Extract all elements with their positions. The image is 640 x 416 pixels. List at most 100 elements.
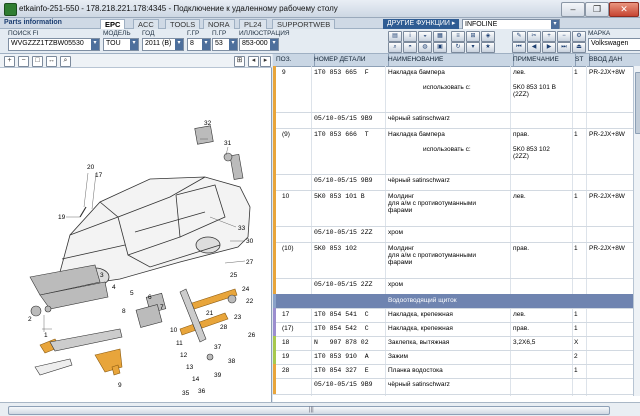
table-row[interactable]: (10) 5K0 853 102 Молдинг для а/м с противо… [273, 242, 633, 279]
callout[interactable]: 37 [214, 344, 222, 351]
callout[interactable]: 3 [100, 272, 104, 279]
minimize-button[interactable]: – [561, 2, 585, 17]
wheel-icon[interactable]: ◍ [418, 42, 432, 53]
info-icon[interactable]: i [403, 31, 417, 42]
refresh-icon[interactable]: ↻ [451, 42, 465, 53]
callout[interactable]: 1 [44, 332, 48, 339]
prev-page-icon[interactable]: ◀ [527, 42, 541, 53]
callout[interactable]: 33 [238, 225, 246, 232]
settings-icon[interactable]: ⚙ [572, 31, 586, 42]
callout[interactable]: 24 [242, 286, 250, 293]
table-row[interactable]: (17) 1T0 854 542 C Накладка, крепежная прав… [273, 322, 633, 337]
pin-icon[interactable]: ✎ [512, 31, 526, 42]
grid-icon[interactable]: ⊞ [466, 31, 480, 42]
last-page-icon[interactable]: ⏭ [557, 42, 571, 53]
bookmark-icon[interactable]: ▾ [466, 42, 480, 53]
callout[interactable]: 20 [87, 164, 95, 171]
callout[interactable]: 32 [204, 120, 212, 127]
expand-left-icon[interactable]: ◂ [248, 56, 259, 67]
table-row[interactable]: 05/10-05/15 2ZZ хром [273, 278, 633, 295]
vin-field[interactable]: WVGZZZ1TZBW05530 ▾ [8, 38, 100, 51]
table-row[interactable]: 05/10-05/15 2ZZ хром [273, 226, 633, 243]
cart-icon[interactable]: ◈ [481, 31, 495, 42]
column-header-note[interactable]: ПРИМЕЧАНИЕ [510, 54, 576, 66]
zoom-in-icon[interactable]: + [4, 56, 15, 67]
exit-icon[interactable]: ⏏ [572, 42, 586, 53]
document-icon[interactable]: ▦ [433, 31, 447, 42]
callout[interactable]: 17 [95, 172, 103, 179]
search-icon[interactable]: ⌕ [388, 42, 402, 53]
first-page-icon[interactable]: ⏮ [512, 42, 526, 53]
brand-select[interactable]: Volkswagen [588, 38, 640, 51]
table-row[interactable]: 05/10-05/15 9B9 чёрный satinschwarz [273, 378, 633, 395]
callout[interactable]: 21 [206, 310, 214, 317]
eraser-icon[interactable]: ✂ [527, 31, 541, 42]
table-row[interactable]: 19 1T0 853 910 A Зажим 2 [273, 350, 633, 365]
callout[interactable]: 7 [160, 304, 164, 311]
callout[interactable]: 19 [58, 214, 66, 221]
year-select[interactable]: 2011 (B) ▾ [142, 38, 184, 51]
column-header-name[interactable]: НАИМЕНОВАНИЕ [385, 54, 514, 66]
expand-right-icon[interactable]: ▸ [260, 56, 271, 67]
callout[interactable]: 5 [130, 290, 134, 297]
scroll-thumb[interactable] [635, 72, 640, 134]
callout[interactable]: 12 [180, 352, 188, 359]
horizontal-scrollbar[interactable]: ||| [0, 402, 640, 416]
callout[interactable]: 36 [198, 388, 206, 395]
vertical-scrollbar[interactable] [633, 66, 640, 396]
section-header-row[interactable]: Водоотводящий щиток [273, 294, 633, 309]
list-icon[interactable]: ≡ [451, 31, 465, 42]
column-header-part-number[interactable]: НОМЕР ДЕТАЛИ [311, 54, 389, 66]
print-icon[interactable]: ▤ [388, 31, 402, 42]
callout[interactable]: 11 [176, 340, 183, 347]
table-row[interactable]: 10 5K0 853 101 B Молдинг для а/м с противо… [273, 190, 633, 227]
callout[interactable]: 10 [170, 327, 178, 334]
table-row[interactable]: 05/10-05/15 9B9 чёрный satinschwarz [273, 112, 633, 129]
callout[interactable]: 22 [246, 298, 254, 305]
parts-diagram[interactable]: 20 17 19 32 31 33 30 27 25 24 22 21 23 2… [0, 67, 272, 402]
table-row[interactable]: 28 1T0 854 327 E Планка водостока 1 [273, 364, 633, 379]
car-icon[interactable]: ◒ [418, 31, 432, 42]
callout[interactable]: 9 [118, 382, 122, 389]
callout[interactable]: 27 [246, 259, 254, 266]
table-row[interactable]: (9) 1T0 853 666 T Накладка бампера прав. 1 PR… [273, 128, 633, 175]
model-select[interactable]: TOU ▾ [103, 38, 139, 51]
callout[interactable]: 38 [228, 358, 236, 365]
magnifier-icon[interactable]: ⌕ [60, 56, 71, 67]
table-row[interactable]: 05/10-05/15 9B9 чёрный satinschwarz [273, 174, 633, 191]
callout[interactable]: 31 [224, 140, 232, 147]
callout[interactable]: 6 [148, 294, 152, 301]
zoom-out-icon[interactable]: − [18, 56, 29, 67]
table-row[interactable]: 9 1T0 853 665 F Накладка бампера лев. 1 PR-2J… [273, 66, 633, 113]
callout[interactable]: 23 [234, 314, 242, 321]
parts-icon[interactable]: ▣ [433, 42, 447, 53]
restore-button[interactable]: ❐ [585, 2, 609, 17]
callout[interactable]: 35 [182, 390, 190, 397]
callout[interactable]: 8 [122, 308, 126, 315]
illustration-select[interactable]: 853-000 ▾ [239, 38, 279, 51]
column-header-data[interactable]: ВВОД ДАН [586, 54, 640, 66]
fit-page-icon[interactable]: □ [32, 56, 43, 67]
sub-group-select[interactable]: 53 ▾ [212, 38, 238, 51]
next-page-icon[interactable]: ▶ [542, 42, 556, 53]
callout[interactable]: 26 [248, 332, 256, 339]
callout[interactable]: 30 [246, 238, 254, 245]
layout-icon[interactable]: ⊞ [234, 56, 245, 67]
callout[interactable]: 4 [112, 284, 116, 291]
callout[interactable]: 14 [192, 376, 200, 383]
scroll-thumb[interactable]: ||| [8, 406, 610, 415]
zoom-out-icon[interactable]: − [557, 31, 571, 42]
close-button[interactable]: ✕ [609, 2, 639, 17]
star-icon[interactable]: ★ [481, 42, 495, 53]
main-group-select[interactable]: 8 ▾ [187, 38, 211, 51]
fit-width-icon[interactable]: ↔ [46, 56, 57, 67]
callout[interactable]: 28 [220, 324, 228, 331]
zoom-in-icon[interactable]: + [542, 31, 556, 42]
column-header-pos[interactable]: ПОЗ. [273, 54, 315, 66]
table-row[interactable]: 17 1T0 854 541 C Накладка, крепежная лев. 1 [273, 308, 633, 323]
callout[interactable]: 25 [230, 272, 238, 279]
other-functions-button[interactable]: ДРУГИЕ ФУНКЦИИ ▸ [383, 19, 460, 29]
callout[interactable]: 39 [214, 372, 222, 379]
callout[interactable]: 2 [28, 316, 32, 323]
car-front-icon[interactable]: ◓ [403, 42, 417, 53]
